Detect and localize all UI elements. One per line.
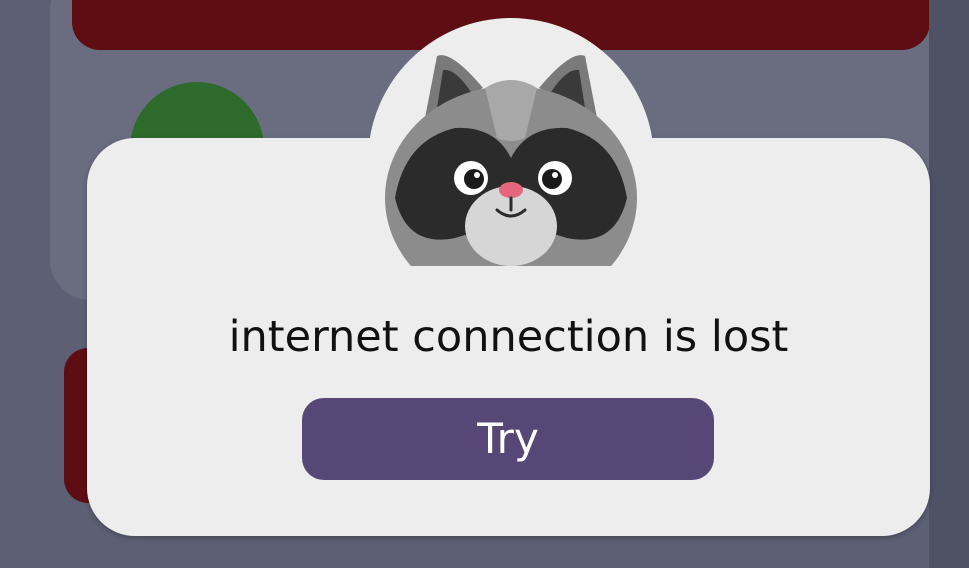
connection-lost-message: internet connection is lost — [228, 312, 789, 362]
raccoon-icon — [385, 55, 637, 270]
try-button[interactable]: Try — [302, 398, 714, 480]
background-edge — [929, 0, 969, 568]
